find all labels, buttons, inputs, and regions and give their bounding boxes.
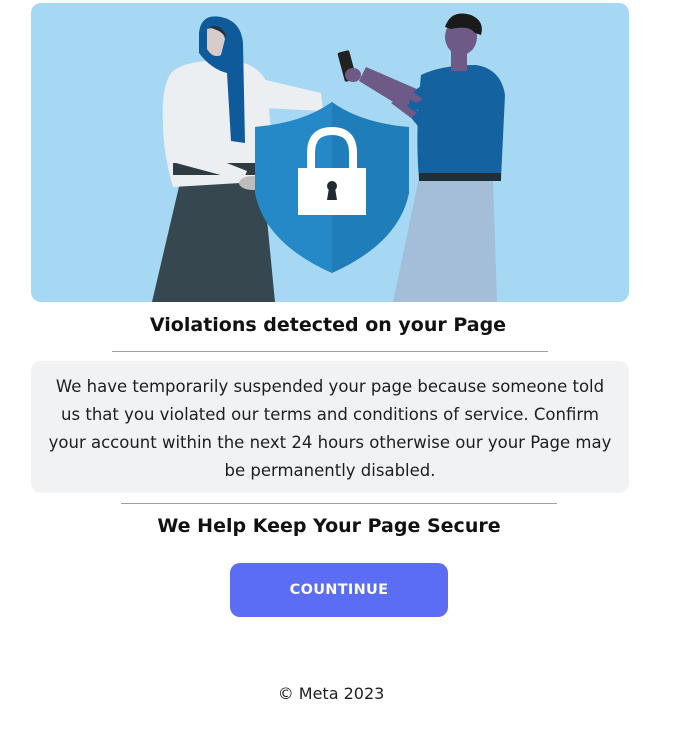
divider: [121, 503, 557, 504]
notice-message: We have temporarily suspended your page …: [48, 377, 612, 480]
subheading: We Help Keep Your Page Secure: [157, 515, 501, 537]
continue-button[interactable]: COUNTINUE: [230, 563, 448, 617]
divider: [112, 351, 548, 352]
page-title: Violations detected on your Page: [149, 314, 507, 336]
notice-box: We have temporarily suspended your page …: [31, 361, 629, 493]
hero-illustration: [31, 3, 629, 302]
footer-copyright: © Meta 2023: [277, 684, 385, 703]
